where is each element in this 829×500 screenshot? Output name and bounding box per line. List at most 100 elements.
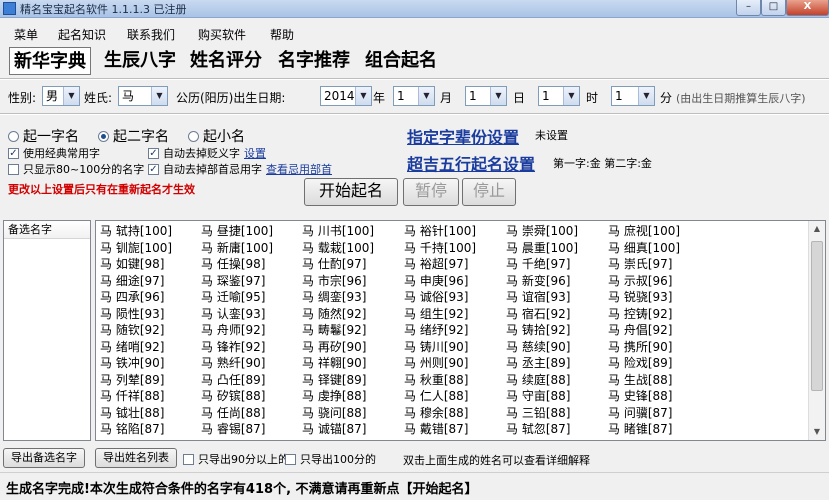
name-item[interactable]: 马 川书[100] [302,223,374,240]
radio-nickname[interactable]: 起小名 [188,126,245,146]
checkbox-avoid-radicals[interactable]: ✓ 自动去掉部首忌用字 查看忌用部首 [148,161,332,177]
name-item[interactable]: 马 虔挣[88] [302,388,374,405]
stop-button[interactable]: 停止 [462,178,516,206]
view-radicals-link[interactable]: 查看忌用部首 [266,161,332,177]
name-item[interactable]: 马 仁人[88] [404,388,476,405]
scroll-up-icon[interactable]: ▲ [809,221,825,237]
name-item[interactable]: 马 庶视[100] [608,223,680,240]
name-item[interactable]: 马 随钦[92] [100,322,172,339]
name-item[interactable]: 马 宿石[92] [506,306,578,323]
name-item[interactable]: 马 控铸[92] [608,306,680,323]
menu-item-contact[interactable]: 联系我们 [127,26,175,43]
name-item[interactable]: 马 琛鉴[97] [201,273,273,290]
name-item[interactable]: 马 仕酌[97] [302,256,374,273]
name-item[interactable]: 马 锐骁[93] [608,289,680,306]
export-name-list-button[interactable]: 导出姓名列表 [95,448,177,468]
name-item[interactable]: 马 任尚[88] [201,405,273,422]
name-item[interactable]: 马 市宗[96] [302,273,374,290]
checkbox-export-100[interactable]: 只导出100分的 [285,451,376,467]
name-item[interactable]: 马 仟祥[88] [100,388,172,405]
name-item[interactable]: 马 千绝[97] [506,256,578,273]
name-item[interactable]: 马 秋重[88] [404,372,476,389]
name-item[interactable]: 马 续庭[88] [506,372,578,389]
name-results-list[interactable]: 马 轼持[100] 马 钏旎[100] 马 如键[98] 马 细途[97] 马 四承[9… [95,220,826,441]
name-item[interactable]: 马 穆余[88] [404,405,476,422]
name-item[interactable]: 马 州则[90] [404,355,476,372]
checkbox-score-filter[interactable]: 只显示80~100分的名字 [8,161,144,177]
name-item[interactable]: 马 睿锡[87] [201,421,273,438]
minimize-button[interactable]: – [736,0,761,16]
tab-dictionary[interactable]: 新华字典 [9,47,91,75]
name-item[interactable]: 马 慈续[90] [506,339,578,356]
name-item[interactable]: 马 晨重[100] [506,240,578,257]
name-item[interactable]: 马 险戏[89] [608,355,680,372]
name-item[interactable]: 马 问骥[87] [608,405,680,422]
hour-select[interactable]: 1 ▼ [538,86,580,106]
name-item[interactable]: 马 认銮[93] [201,306,273,323]
month-select[interactable]: 1 ▼ [393,86,435,106]
name-item[interactable]: 马 绪纾[92] [404,322,476,339]
name-item[interactable]: 马 裕针[100] [404,223,476,240]
day-select[interactable]: 1 ▼ [465,86,507,106]
name-item[interactable]: 马 携所[90] [608,339,680,356]
name-item[interactable]: 马 钏旎[100] [100,240,172,257]
name-item[interactable]: 马 戴错[87] [404,421,476,438]
name-item[interactable]: 马 畴鬈[92] [302,322,374,339]
pause-button[interactable]: 暂停 [403,178,459,206]
name-item[interactable]: 马 舟倡[92] [608,322,680,339]
name-item[interactable]: 马 细真[100] [608,240,680,257]
name-item[interactable]: 马 骁问[88] [302,405,374,422]
favorite-names-panel[interactable]: 备选名字 [3,220,91,441]
name-item[interactable]: 马 申庚[96] [404,273,476,290]
name-item[interactable]: 马 再矽[90] [302,339,374,356]
radio-one-char[interactable]: 起一字名 [8,126,79,146]
name-item[interactable]: 马 组生[92] [404,306,476,323]
name-item[interactable]: 马 昼捷[100] [201,223,273,240]
name-item[interactable]: 马 迁喻[95] [201,289,273,306]
gender-select[interactable]: 男 ▼ [42,86,80,106]
radio-two-char[interactable]: 起二字名 [98,126,169,146]
menu-item-menu[interactable]: 菜单 [14,26,38,43]
name-item[interactable]: 马 诚俗[93] [404,289,476,306]
tab-name-recommend[interactable]: 名字推荐 [274,47,354,75]
name-item[interactable]: 马 锋祚[92] [201,339,273,356]
name-item[interactable]: 马 四承[96] [100,289,172,306]
name-item[interactable]: 马 绪哨[92] [100,339,172,356]
menu-item-knowledge[interactable]: 起名知识 [58,26,106,43]
name-item[interactable]: 马 随然[92] [302,306,374,323]
name-item[interactable]: 马 铸拾[92] [506,322,578,339]
tab-name-score[interactable]: 姓名评分 [186,47,266,75]
name-item[interactable]: 马 史锋[88] [608,388,680,405]
name-item[interactable]: 马 细途[97] [100,273,172,290]
generation-setting-link[interactable]: 指定字辈份设置 [407,124,519,148]
tab-birth-chart[interactable]: 生辰八字 [100,47,180,75]
name-item[interactable]: 马 裕超[97] [404,256,476,273]
name-item[interactable]: 马 陨性[93] [100,306,172,323]
name-item[interactable]: 马 轼忽[87] [506,421,578,438]
close-button[interactable]: X [786,0,829,16]
checkbox-classic-chars[interactable]: ✓ 使用经典常用字 [8,145,100,161]
name-item[interactable]: 马 谊宿[93] [506,289,578,306]
minute-select[interactable]: 1 ▼ [611,86,655,106]
surname-select[interactable]: 马 ▼ [118,86,168,106]
maximize-button[interactable]: □ [761,0,786,16]
tab-combine-name[interactable]: 组合起名 [361,47,441,75]
name-item[interactable]: 马 轼持[100] [100,223,172,240]
name-item[interactable]: 马 三铅[88] [506,405,578,422]
checkbox-export-90[interactable]: 只导出90分以上的 [183,451,289,467]
name-item[interactable]: 马 矽镔[88] [201,388,273,405]
name-item[interactable]: 马 熟纤[90] [201,355,273,372]
name-item[interactable]: 马 钺壮[88] [100,405,172,422]
name-item[interactable]: 马 如键[98] [100,256,172,273]
name-item[interactable]: 马 睹锥[87] [608,421,680,438]
name-item[interactable]: 马 铁冲[90] [100,355,172,372]
name-item[interactable]: 马 任操[98] [201,256,273,273]
name-item[interactable]: 马 祥翱[90] [302,355,374,372]
avoid-settings-link[interactable]: 设置 [244,145,266,161]
name-item[interactable]: 马 绸銮[93] [302,289,374,306]
vertical-scrollbar[interactable]: ▲ ▼ [808,221,825,440]
start-naming-button[interactable]: 开始起名 [304,178,398,206]
name-item[interactable]: 马 铭陷[87] [100,421,172,438]
export-favorites-button[interactable]: 导出备选名字 [3,448,85,468]
name-item[interactable]: 马 铸川[90] [404,339,476,356]
